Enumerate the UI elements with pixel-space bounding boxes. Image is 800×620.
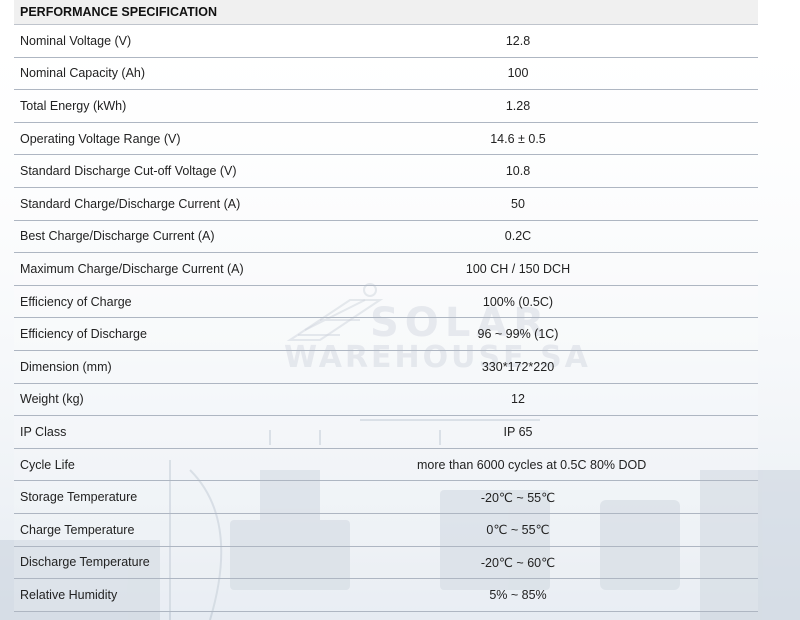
spec-value: 0.2C [504, 229, 532, 244]
table-row: Efficiency of Charge 100% (0.5C) [14, 285, 758, 319]
table-row: Operating Voltage Range (V) 14.6 ± 0.5 [14, 122, 758, 156]
spec-value: -20℃ ~ 55℃ [480, 490, 556, 505]
table-row: Nominal Capacity (Ah) 100 [14, 57, 758, 91]
spec-value-cell: 100 CH / 150 DCH [411, 252, 758, 286]
spec-value-cell: 14.6 ± 0.5 [411, 122, 758, 156]
spec-label: Dimension (mm) [14, 350, 411, 384]
spec-value-cell: 1.28 [411, 89, 758, 123]
spec-label: Efficiency of Discharge [14, 317, 411, 351]
spec-value: 50 [511, 196, 525, 211]
performance-spec-table: PERFORMANCE SPECIFICATION Nominal Voltag… [14, 0, 758, 612]
table-title: PERFORMANCE SPECIFICATION [14, 0, 758, 25]
spec-value-cell: -20℃ ~ 60℃ [411, 546, 758, 580]
spec-label: Efficiency of Charge [14, 285, 411, 319]
spec-label: Best Charge/Discharge Current (A) [14, 220, 411, 254]
spec-label: Storage Temperature [14, 480, 411, 514]
table-row: Charge Temperature 0℃ ~ 55℃ [14, 513, 758, 547]
spec-label: Weight (kg) [14, 383, 411, 417]
table-row: Weight (kg) 12 [14, 383, 758, 417]
spec-label: Operating Voltage Range (V) [14, 122, 411, 156]
spec-value-cell: 5% ~ 85% [411, 578, 758, 612]
spec-label: Relative Humidity [14, 578, 411, 612]
table-row: Dimension (mm) 330*172*220 [14, 350, 758, 384]
spec-label: IP Class [14, 415, 411, 449]
spec-label: Charge Temperature [14, 513, 411, 547]
spec-value: 100 CH / 150 DCH [465, 261, 571, 276]
spec-value: 96 ~ 99% (1C) [477, 327, 559, 342]
spec-label: Maximum Charge/Discharge Current (A) [14, 252, 411, 286]
spec-value-cell: IP 65 [411, 415, 758, 449]
table-row: Discharge Temperature -20℃ ~ 60℃ [14, 546, 758, 580]
spec-value-cell: 10.8 [411, 154, 758, 188]
spec-value: 12 [511, 392, 525, 407]
spec-value: -20℃ ~ 60℃ [480, 555, 556, 570]
spec-value: IP 65 [503, 424, 533, 439]
spec-value-cell: 12 [411, 383, 758, 417]
spec-value: 5% ~ 85% [489, 587, 547, 602]
table-row: Standard Charge/Discharge Current (A) 50 [14, 187, 758, 221]
table-row: Maximum Charge/Discharge Current (A) 100 … [14, 252, 758, 286]
spec-value-cell: 96 ~ 99% (1C) [411, 317, 758, 351]
table-row: Best Charge/Discharge Current (A) 0.2C [14, 220, 758, 254]
table-row: Relative Humidity 5% ~ 85% [14, 578, 758, 612]
spec-label: Cycle Life [14, 448, 411, 482]
spec-value: 1.28 [505, 98, 531, 113]
spec-label: Nominal Capacity (Ah) [14, 57, 411, 91]
spec-value: 10.8 [505, 164, 531, 179]
spec-value-cell: 50 [411, 187, 758, 221]
table-row: Cycle Life more than 6000 cycles at 0.5C … [14, 448, 758, 482]
spec-value: more than 6000 cycles at 0.5C 80% DOD [417, 457, 647, 472]
spec-value-cell: 0℃ ~ 55℃ [411, 513, 758, 547]
spec-value-cell: 100 [411, 57, 758, 91]
spec-value-cell: 12.8 [411, 24, 758, 58]
spec-value-cell: -20℃ ~ 55℃ [411, 480, 758, 514]
table-row: Total Energy (kWh) 1.28 [14, 89, 758, 123]
spec-value: 100 [507, 66, 529, 81]
spec-value: 0℃ ~ 55℃ [486, 523, 550, 538]
table-row: IP Class IP 65 [14, 415, 758, 449]
spec-value: 330*172*220 [481, 359, 555, 374]
table-header-row: PERFORMANCE SPECIFICATION [14, 0, 758, 25]
spec-value-cell: 0.2C [411, 220, 758, 254]
table-row: Efficiency of Discharge 96 ~ 99% (1C) [14, 317, 758, 351]
spec-value: 100% (0.5C) [482, 294, 554, 309]
spec-value: 14.6 ± 0.5 [490, 131, 546, 146]
table-row: Standard Discharge Cut-off Voltage (V) 10… [14, 154, 758, 188]
spec-label: Nominal Voltage (V) [14, 24, 411, 58]
spec-value-cell: 100% (0.5C) [411, 285, 758, 319]
spec-label: Total Energy (kWh) [14, 89, 411, 123]
spec-value: 12.8 [505, 33, 531, 48]
spec-value-cell: 330*172*220 [411, 350, 758, 384]
spec-label: Standard Charge/Discharge Current (A) [14, 187, 411, 221]
spec-label: Standard Discharge Cut-off Voltage (V) [14, 154, 411, 188]
spec-value-cell: more than 6000 cycles at 0.5C 80% DOD [411, 448, 758, 482]
table-row: Nominal Voltage (V) 12.8 [14, 24, 758, 58]
spec-label: Discharge Temperature [14, 546, 411, 580]
table-row: Storage Temperature -20℃ ~ 55℃ [14, 480, 758, 514]
